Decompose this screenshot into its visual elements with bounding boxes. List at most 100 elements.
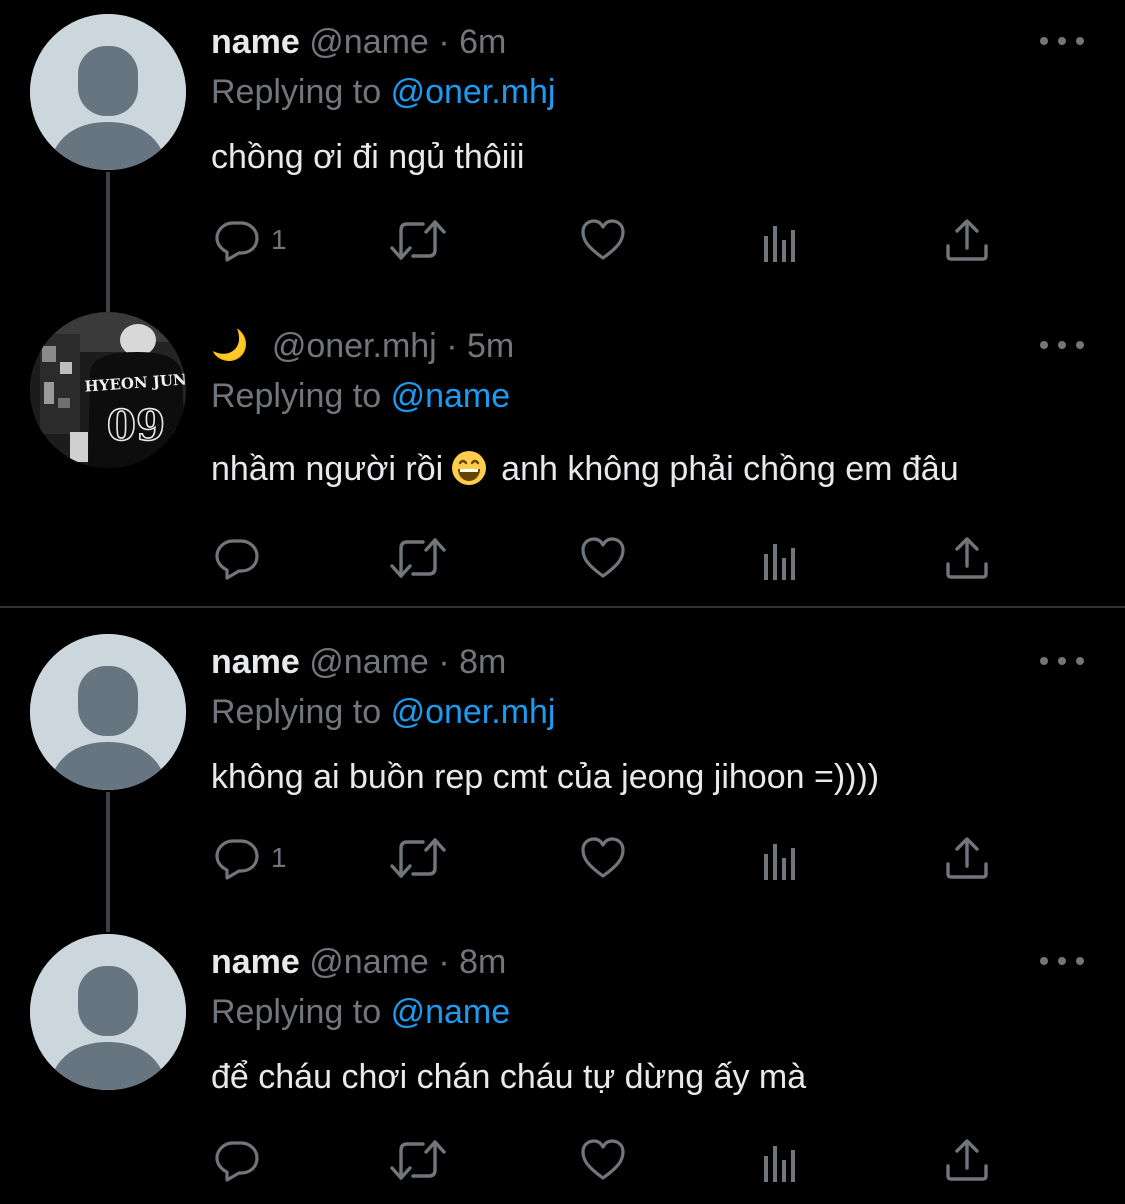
like-icon	[579, 834, 627, 882]
reply-icon	[213, 216, 261, 264]
like-icon	[579, 216, 627, 264]
display-name[interactable]: name	[211, 643, 300, 681]
tweet[interactable]: name @name · 8m Replying to @name để chá…	[0, 920, 1125, 1204]
timestamp[interactable]: 6m	[459, 23, 506, 61]
replying-to: Replying to @name	[211, 374, 510, 418]
retweet-button[interactable]	[389, 830, 447, 886]
views-button[interactable]	[763, 830, 803, 886]
handle[interactable]: @name	[309, 643, 429, 681]
tweet-header: name @name · 6m	[211, 20, 506, 64]
mention-link[interactable]: @name	[391, 377, 511, 415]
replying-label: Replying to	[211, 993, 382, 1031]
display-name[interactable]: name	[211, 943, 300, 981]
share-icon	[943, 834, 991, 882]
photo-avatar-icon: HYEON JUN 09	[30, 312, 186, 468]
views-icon	[763, 216, 803, 264]
retweet-icon	[389, 216, 447, 264]
timestamp[interactable]: 5m	[467, 327, 514, 365]
retweet-button[interactable]	[389, 212, 447, 268]
tweet-actions	[211, 1132, 1011, 1188]
tweet-header: 🌙 @oner.mhj · 5m	[211, 324, 514, 368]
retweet-icon	[389, 834, 447, 882]
divider	[0, 606, 1125, 608]
more-options-icon[interactable]	[1040, 946, 1084, 976]
tweet-text-part: anh không phải chồng em đâu	[501, 450, 959, 488]
tweet[interactable]: name @name · 6m Replying to @oner.mhj ch…	[0, 0, 1125, 300]
replying-label: Replying to	[211, 377, 382, 415]
handle[interactable]: @oner.mhj	[272, 327, 437, 365]
share-button[interactable]	[943, 212, 991, 268]
avatar[interactable]	[30, 14, 186, 170]
timestamp[interactable]: 8m	[459, 643, 506, 681]
default-avatar-icon	[30, 634, 186, 790]
default-avatar-icon	[30, 14, 186, 170]
tweet[interactable]: HYEON JUN 09 🌙 @oner.mhj · 5m Replying t…	[0, 304, 1125, 604]
reply-count: 1	[271, 842, 287, 873]
grinning-face-emoji-icon	[452, 451, 487, 485]
tweet[interactable]: name @name · 8m Replying to @oner.mhj kh…	[0, 620, 1125, 920]
reply-button[interactable]: 1	[213, 212, 287, 268]
views-button[interactable]	[763, 530, 803, 586]
share-button[interactable]	[943, 1132, 991, 1188]
tweet-actions: 1	[211, 830, 1011, 886]
more-options-icon[interactable]	[1040, 330, 1084, 360]
separator: ·	[438, 23, 450, 61]
mention-link[interactable]: @name	[391, 993, 511, 1031]
replying-to: Replying to @oner.mhj	[211, 690, 555, 734]
tweet-text: chồng ơi đi ngủ thôiii	[211, 138, 525, 176]
replying-to: Replying to @oner.mhj	[211, 70, 555, 114]
share-icon	[943, 1136, 991, 1184]
replying-to: Replying to @name	[211, 990, 510, 1034]
replying-label: Replying to	[211, 73, 382, 111]
like-button[interactable]	[579, 212, 627, 268]
views-button[interactable]	[763, 1132, 803, 1188]
retweet-button[interactable]	[389, 530, 447, 586]
avatar[interactable]	[30, 634, 186, 790]
like-button[interactable]	[579, 1132, 627, 1188]
tweet-actions: 1	[211, 212, 1011, 268]
like-button[interactable]	[579, 830, 627, 886]
more-options-icon[interactable]	[1040, 646, 1084, 676]
tweet-text-part: nhầm người rồi	[211, 450, 444, 488]
reply-icon	[213, 834, 261, 882]
tweet-header: name @name · 8m	[211, 940, 506, 984]
retweet-icon	[389, 1136, 447, 1184]
tweet-text: để cháu chơi chán cháu tự dừng ấy mà	[211, 1058, 807, 1096]
separator: ·	[438, 943, 450, 981]
share-button[interactable]	[943, 830, 991, 886]
reply-count: 1	[271, 224, 287, 255]
mention-link[interactable]: @oner.mhj	[391, 73, 556, 111]
avatar[interactable]	[30, 934, 186, 1090]
views-icon	[763, 1136, 803, 1184]
reply-button[interactable]	[213, 530, 261, 586]
mention-link[interactable]: @oner.mhj	[391, 693, 556, 731]
views-button[interactable]	[763, 212, 803, 268]
handle[interactable]: @name	[309, 23, 429, 61]
tweet-actions	[211, 530, 1011, 586]
separator: ·	[446, 327, 458, 365]
reply-button[interactable]	[213, 1132, 261, 1188]
views-icon	[763, 834, 803, 882]
reply-icon	[213, 534, 261, 582]
avatar-jersey-number: 09	[107, 401, 165, 450]
share-button[interactable]	[943, 530, 991, 586]
default-avatar-icon	[30, 934, 186, 1090]
crescent-moon-icon[interactable]: 🌙	[211, 324, 248, 368]
display-name[interactable]: name	[211, 23, 300, 61]
timestamp[interactable]: 8m	[459, 943, 506, 981]
more-options-icon[interactable]	[1040, 26, 1084, 56]
avatar[interactable]: HYEON JUN 09	[30, 312, 186, 468]
reply-icon	[213, 1136, 261, 1184]
retweet-icon	[389, 534, 447, 582]
share-icon	[943, 534, 991, 582]
separator: ·	[438, 643, 450, 681]
tweet-text: nhầm người rồi anh không phải chồng em đ…	[211, 446, 959, 492]
like-button[interactable]	[579, 530, 627, 586]
reply-button[interactable]: 1	[213, 830, 287, 886]
tweet-text: không ai buồn rep cmt của jeong jihoon =…	[211, 758, 880, 796]
views-icon	[763, 534, 803, 582]
share-icon	[943, 216, 991, 264]
like-icon	[579, 534, 627, 582]
retweet-button[interactable]	[389, 1132, 447, 1188]
handle[interactable]: @name	[309, 943, 429, 981]
